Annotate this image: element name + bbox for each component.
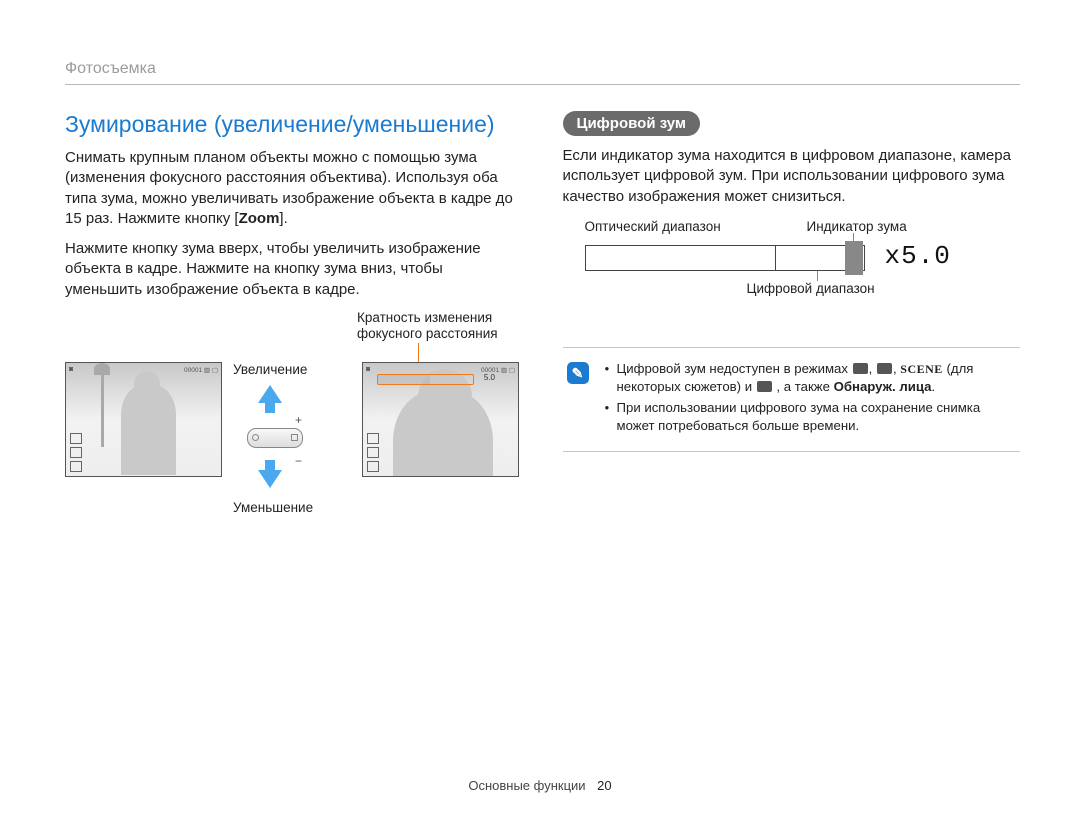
para-zoom-intro: Снимать крупным планом объекты можно с п…: [65, 148, 523, 229]
face-detect-label: Обнаруж. лица: [834, 379, 932, 394]
hud-small-icon: [70, 433, 82, 444]
hud-icon: ◙: [366, 366, 370, 373]
zoom-indicator-mark: [845, 241, 863, 275]
mode-icon: [877, 363, 892, 374]
zoom-rocker-illustration: [235, 415, 315, 461]
hud-small-icon: [367, 461, 379, 472]
note-item-1: Цифровой зум недоступен в режимах , , SC…: [605, 360, 1015, 396]
leader-line-icon: [418, 343, 420, 364]
camera-screen-wide: ◙ 00001 ▥ ▢: [65, 362, 222, 477]
range-separator: [775, 245, 777, 271]
zoom-range-bar: [585, 245, 865, 271]
callout-ratio-line1: Кратность изменения: [357, 310, 492, 325]
zoom-example-figure: Кратность изменения фокусного расстояния…: [65, 310, 523, 520]
hud-small-icon: [367, 433, 379, 444]
callout-zoom-in: Увеличение: [233, 362, 307, 377]
mode-icon: [853, 363, 868, 374]
note1-period: .: [931, 379, 935, 394]
footer: Основные функции 20: [0, 778, 1080, 793]
label-zoom-indicator: Индикатор зума: [807, 219, 907, 234]
note1-end: , а также: [776, 379, 833, 394]
hud-right-icon: 00001 ▥ ▢: [184, 366, 218, 374]
para-zoom-usage: Нажмите кнопку зума вверх, чтобы увеличи…: [65, 239, 523, 300]
callout-ratio-line2: фокусного расстояния: [357, 326, 498, 341]
label-optical-range: Оптический диапазон: [585, 219, 721, 234]
left-column: Зумирование (увеличение/уменьшение) Сним…: [65, 111, 523, 520]
heading-zoom: Зумирование (увеличение/уменьшение): [65, 111, 523, 138]
hud-small-icon: [70, 447, 82, 458]
breadcrumb: Фотосъемка: [65, 60, 1020, 85]
minus-icon: −: [295, 454, 302, 468]
page-number: 20: [597, 778, 611, 793]
mode-icon: [757, 381, 772, 392]
plus-icon: +: [295, 413, 302, 427]
hud-small-icon: [70, 461, 82, 472]
arrow-up-icon: [258, 385, 282, 403]
hud-small-icon: [367, 447, 379, 458]
leader-line-icon: [817, 271, 818, 281]
note1-a: Цифровой зум недоступен в режимах: [617, 361, 852, 376]
callout-zoom-out: Уменьшение: [233, 500, 313, 515]
label-digital-range: Цифровой диапазон: [747, 281, 875, 296]
footer-section: Основные функции: [468, 778, 585, 793]
arrow-down-icon: [258, 470, 282, 488]
note-box: ✎ Цифровой зум недоступен в режимах , , …: [563, 347, 1021, 452]
para-digital-zoom: Если индикатор зума находится в цифровом…: [563, 146, 1021, 207]
camera-screen-zoomed: ◙ 00001 ▥ ▢: [362, 362, 519, 477]
para1-a: Снимать крупным планом объекты можно с п…: [65, 149, 513, 227]
scene-mode-label: SCENE: [900, 362, 943, 376]
zoom-value: x5.0: [885, 241, 951, 271]
zoom-bar-highlight: [377, 374, 474, 385]
right-column: Цифровой зум Если индикатор зума находит…: [563, 111, 1021, 520]
para1-b: ].: [279, 210, 287, 227]
heading-digital-zoom: Цифровой зум: [563, 111, 701, 136]
leader-line-icon: [853, 233, 854, 241]
zoom-key-label: Zoom: [239, 210, 280, 227]
hud-icon: ◙: [69, 366, 73, 373]
note-item-2: При использовании цифрового зума на сохр…: [605, 399, 1015, 435]
info-icon: ✎: [567, 362, 589, 384]
zoom-range-diagram: Оптический диапазон Индикатор зума x5.0 …: [585, 219, 965, 329]
